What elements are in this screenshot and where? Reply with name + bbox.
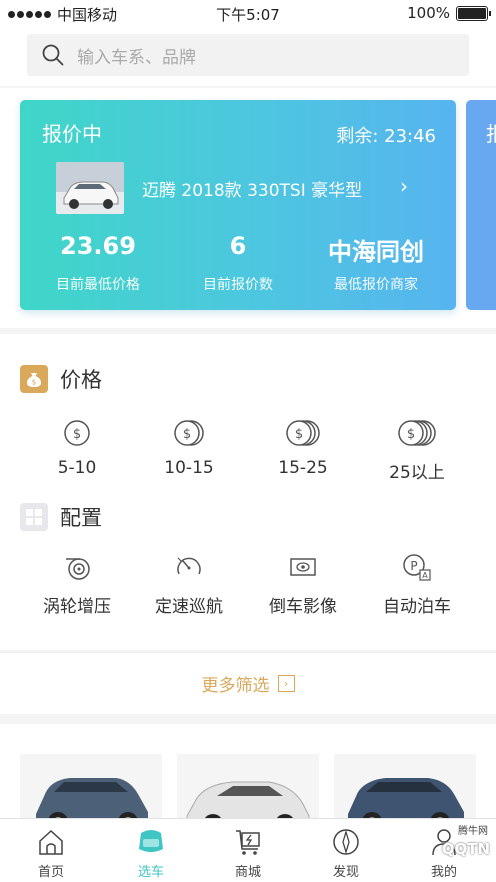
option-label: 倒车影像: [269, 597, 337, 617]
price-section-title: 价格: [60, 368, 102, 392]
camera-icon: [248, 552, 358, 582]
status-bar: 中国移动 下午5:07 100%: [0, 0, 496, 26]
coin-quad-icon: $: [362, 418, 472, 448]
quote-status: 报价中: [42, 122, 102, 146]
car-seat-icon: [111, 827, 191, 857]
turbo-icon: [22, 552, 132, 582]
remaining-time: 剩余: 23:46: [336, 126, 436, 147]
config-option-auto-park[interactable]: PA 自动泊车: [362, 552, 472, 617]
search-placeholder: 输入车系、品牌: [77, 47, 196, 68]
config-option-cruise[interactable]: 定速巡航: [134, 552, 244, 617]
option-label: 定速巡航: [155, 597, 223, 617]
stat-label: 目前报价数: [203, 277, 273, 293]
money-bag-icon: $: [20, 365, 48, 393]
tab-home[interactable]: 首页: [11, 827, 91, 880]
option-label: 自动泊车: [383, 597, 451, 617]
recommended-cars: [0, 724, 496, 824]
tab-bar: 首页 选车 商城 发现 我的: [0, 818, 496, 882]
filter-panel: $ 价格 $ 5-10 $ 10-15 $ 15-25 $ 25以上 配置 涡轮…: [0, 334, 496, 650]
car-card[interactable]: [20, 754, 162, 824]
parking-icon: PA: [362, 552, 472, 582]
next-quote-card[interactable]: 报: [466, 100, 496, 310]
stat-value: 中海同创: [328, 238, 424, 266]
config-option-reverse-camera[interactable]: 倒车影像: [248, 552, 358, 617]
stat-label: 目前最低价格: [56, 277, 140, 293]
compass-icon: [306, 827, 386, 857]
tab-mall[interactable]: 商城: [208, 827, 288, 880]
tab-select-car[interactable]: 选车: [111, 827, 191, 880]
tab-label: 选车: [137, 865, 164, 880]
quote-carousel: 报价中 剩余: 23:46 迈腾 2018款 330TSI 豪华型 › 23.6…: [0, 88, 496, 328]
grid-icon: [20, 503, 48, 531]
stat-value: 6: [229, 232, 247, 260]
price-option-10-15[interactable]: $ 10-15: [134, 418, 244, 478]
cart-icon: [208, 827, 288, 857]
option-label: 10-15: [164, 458, 214, 478]
tab-label: 首页: [37, 865, 64, 880]
price-option-15-25[interactable]: $ 15-25: [248, 418, 358, 478]
watermark-logo: 腾牛网 QQTN: [441, 826, 490, 858]
stat-quote-count: 6 目前报价数: [168, 232, 308, 294]
svg-text:A: A: [422, 571, 428, 580]
car-thumbnail: [56, 162, 124, 214]
stat-lowest-dealer: 中海同创 最低报价商家: [306, 232, 446, 294]
more-filters-label: 更多筛选: [201, 676, 270, 696]
svg-text:$: $: [183, 427, 191, 442]
price-option-5-10[interactable]: $ 5-10: [22, 418, 132, 478]
stat-lowest-price: 23.69 目前最低价格: [28, 232, 168, 294]
stat-value: 23.69: [60, 232, 136, 260]
price-section-header: $ 价格: [20, 364, 102, 394]
stat-label: 最低报价商家: [334, 277, 418, 293]
svg-text:$: $: [73, 427, 81, 442]
config-section-header: 配置: [20, 502, 102, 532]
tab-discover[interactable]: 发现: [306, 827, 386, 880]
coin-triple-icon: $: [248, 418, 358, 448]
status-right: 100%: [407, 4, 491, 22]
car-card[interactable]: [334, 754, 476, 824]
coin-single-icon: $: [22, 418, 132, 448]
next-card-initial: 报: [486, 118, 496, 147]
tab-label: 我的: [430, 865, 457, 880]
battery-percent: 100%: [407, 4, 450, 22]
search-input[interactable]: 输入车系、品牌: [27, 34, 469, 76]
more-filters-button[interactable]: 更多筛选 ›: [0, 652, 496, 714]
svg-text:$: $: [295, 427, 303, 442]
home-icon: [11, 827, 91, 857]
config-option-turbo[interactable]: 涡轮增压: [22, 552, 132, 617]
svg-text:$: $: [32, 379, 36, 387]
car-card[interactable]: [177, 754, 319, 824]
option-label: 涡轮增压: [43, 597, 111, 617]
quote-card[interactable]: 报价中 剩余: 23:46 迈腾 2018款 330TSI 豪华型 › 23.6…: [20, 100, 456, 310]
speedometer-icon: [134, 552, 244, 582]
watermark-small: 腾牛网: [458, 826, 488, 837]
option-label: 5-10: [57, 458, 97, 478]
search-bar: 输入车系、品牌: [0, 26, 496, 86]
chevron-right-box-icon: ›: [277, 675, 295, 692]
battery-icon: [456, 5, 491, 21]
svg-text:$: $: [407, 427, 415, 442]
car-name: 迈腾 2018款 330TSI 豪华型: [142, 181, 363, 201]
option-label: 15-25: [278, 458, 328, 478]
svg-text:P: P: [410, 559, 417, 573]
tab-label: 发现: [332, 865, 359, 880]
option-label: 25以上: [389, 463, 445, 483]
tab-label: 商城: [234, 865, 261, 880]
price-option-25-plus[interactable]: $ 25以上: [362, 418, 472, 483]
chevron-right-icon: ›: [400, 174, 408, 198]
search-icon: [42, 44, 64, 66]
config-section-title: 配置: [60, 506, 102, 530]
watermark-text: QQTN: [441, 840, 490, 858]
coin-double-icon: $: [134, 418, 244, 448]
